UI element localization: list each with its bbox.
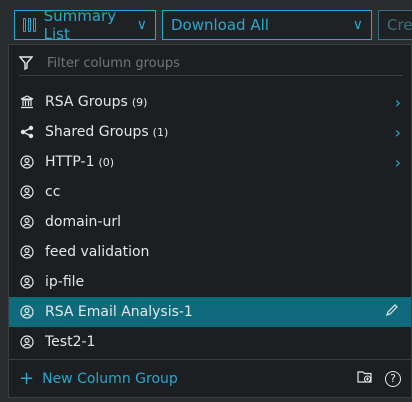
chevron-right-icon[interactable]: › — [395, 123, 401, 142]
help-icon[interactable]: ? — [385, 370, 401, 387]
download-all-label: Download All — [171, 16, 269, 34]
list-item[interactable]: ip-file — [9, 267, 411, 297]
user-icon — [19, 304, 35, 320]
user-icon — [19, 214, 35, 230]
list-item-label: RSA Groups — [45, 94, 128, 110]
group-list: RSA Groups (9) › Shared Groups (1) › HTT… — [9, 87, 411, 357]
list-item-label: domain-url — [45, 214, 122, 230]
list-item-count: (1) — [152, 125, 169, 139]
list-item[interactable]: RSA Groups (9) › — [9, 87, 411, 117]
chevron-down-icon: ∨ — [352, 17, 363, 33]
list-item-selected[interactable]: RSA Email Analysis-1 — [9, 297, 411, 327]
list-item[interactable]: feed validation — [9, 237, 411, 267]
toolbar: Summary List ∨ Download All ∨ Cre — [0, 0, 412, 45]
user-icon — [19, 334, 35, 350]
footer-actions: ? — [357, 369, 401, 388]
create-label: Cre — [387, 16, 412, 34]
summary-list-dropdown[interactable]: Summary List ∨ — [14, 7, 156, 43]
edit-icon[interactable] — [385, 303, 399, 321]
list-item-label: cc — [45, 184, 61, 200]
plus-icon[interactable]: + — [19, 368, 34, 389]
create-button[interactable]: Cre — [378, 10, 412, 40]
chevron-down-icon: ∨ — [136, 17, 147, 33]
panel-footer: + New Column Group ? — [9, 359, 411, 397]
list-item[interactable]: cc — [9, 177, 411, 207]
list-item-label: HTTP-1 — [45, 154, 95, 170]
bank-icon — [19, 94, 35, 110]
columns-icon — [23, 18, 36, 32]
chevron-right-icon[interactable]: › — [395, 153, 401, 172]
list-item-count: (9) — [131, 95, 148, 109]
chevron-right-icon[interactable]: › — [395, 93, 401, 112]
share-icon — [19, 124, 35, 140]
user-icon — [19, 184, 35, 200]
summary-list-label: Summary List — [43, 7, 117, 43]
user-icon — [19, 154, 35, 170]
new-folder-icon[interactable] — [357, 369, 373, 388]
list-item[interactable]: domain-url — [9, 207, 411, 237]
download-all-dropdown[interactable]: Download All ∨ — [162, 10, 372, 40]
list-item[interactable]: Shared Groups (1) › — [9, 117, 411, 147]
list-item-label: RSA Email Analysis-1 — [45, 304, 193, 320]
list-item-label: Test2-1 — [45, 334, 96, 350]
new-column-group-button[interactable]: New Column Group — [42, 371, 178, 387]
list-item-label: ip-file — [45, 274, 85, 290]
filter-input[interactable] — [45, 54, 369, 72]
user-icon — [19, 244, 35, 260]
user-icon — [19, 274, 35, 290]
filter-icon — [18, 56, 35, 71]
list-item-count: (0) — [98, 155, 115, 169]
column-groups-panel: RSA Groups (9) › Shared Groups (1) › HTT… — [8, 44, 412, 398]
filter-row — [18, 51, 403, 76]
list-item-label: feed validation — [45, 244, 150, 260]
list-item-label: Shared Groups — [45, 124, 149, 140]
list-item[interactable]: HTTP-1 (0) › — [9, 147, 411, 177]
list-item[interactable]: Test2-1 — [9, 327, 411, 357]
